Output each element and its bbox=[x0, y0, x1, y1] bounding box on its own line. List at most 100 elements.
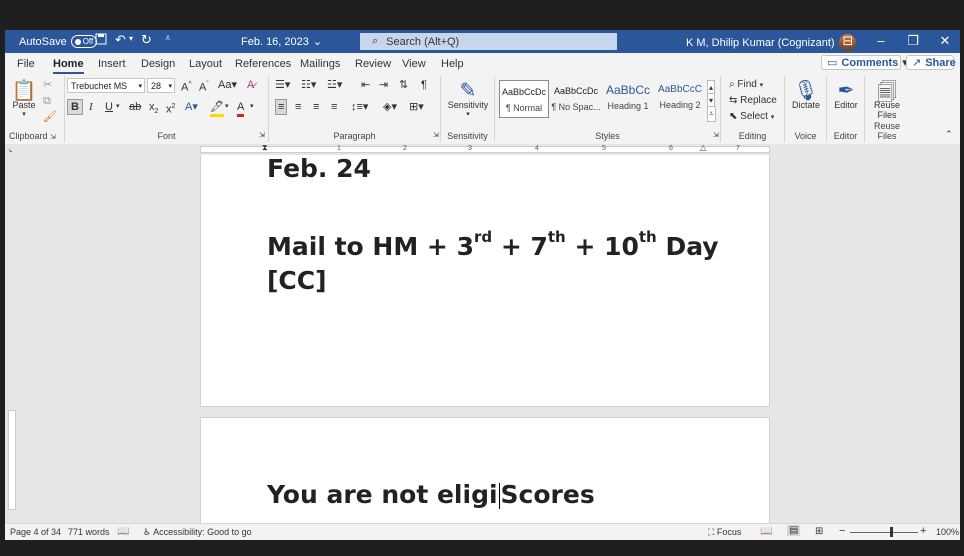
align-left-icon[interactable]: ≡ bbox=[275, 99, 288, 115]
collapse-ribbon-icon[interactable]: ⌃ bbox=[945, 127, 953, 141]
tab-file[interactable]: File bbox=[17, 58, 35, 70]
accessibility-status[interactable]: ♿ Accessibility: Good to go bbox=[143, 527, 252, 538]
font-size-select[interactable]: 28 ▾ bbox=[147, 78, 175, 93]
multilevel-list-icon[interactable]: ☳▾ bbox=[327, 78, 342, 92]
bullets-icon[interactable]: ☰▾ bbox=[275, 78, 290, 92]
strikethrough-icon[interactable]: ab bbox=[129, 100, 141, 114]
chevron-down-icon[interactable]: ▾ bbox=[225, 100, 229, 114]
cut-icon[interactable]: ✂ bbox=[43, 78, 52, 92]
styles-more-icon[interactable]: ⩡ bbox=[707, 106, 716, 122]
decrease-indent-icon[interactable]: ⇤ bbox=[361, 78, 370, 92]
shrink-font-icon[interactable]: Aˇ bbox=[199, 78, 209, 95]
justify-icon[interactable]: ≡ bbox=[331, 100, 337, 114]
tab-selector-icon[interactable]: ⌞ bbox=[9, 142, 13, 156]
autosave-toggle[interactable]: Off bbox=[70, 35, 98, 48]
close-icon[interactable]: ✕ bbox=[930, 33, 960, 49]
doc-paragraph[interactable]: You are not eligi Scores bbox=[267, 480, 595, 509]
style-normal[interactable]: AaBbCcDc ¶ Normal bbox=[499, 80, 549, 118]
align-right-icon[interactable]: ≡ bbox=[313, 100, 319, 114]
increase-indent-icon[interactable]: ⇥ bbox=[379, 78, 388, 92]
tab-insert[interactable]: Insert bbox=[98, 58, 126, 70]
undo-icon[interactable]: ↶ bbox=[115, 32, 126, 48]
customize-toolbar-icon[interactable]: ⩡ bbox=[165, 33, 171, 44]
zoom-slider-knob[interactable] bbox=[890, 527, 893, 537]
sort-icon[interactable]: ⇅ bbox=[399, 78, 408, 92]
tab-mailings[interactable]: Mailings bbox=[300, 58, 340, 70]
editor-button[interactable]: ✒ Editor bbox=[828, 78, 864, 110]
align-center-icon[interactable]: ≡ bbox=[295, 100, 301, 114]
indent-marker-icon[interactable]: ⧗ bbox=[262, 141, 268, 155]
document-area[interactable]: Feb. 24 Mail to HM + 3rd + 7th + 10th Da… bbox=[5, 155, 960, 523]
horizontal-ruler[interactable]: ⌞ 1 2 3 4 5 6 7 ⧗ △ bbox=[5, 141, 960, 156]
autosave-control[interactable]: AutoSave Off bbox=[19, 35, 98, 48]
dialog-launcher-icon[interactable]: ⇲ bbox=[713, 129, 719, 143]
font-family-select[interactable]: Trebuchet MS ▾ bbox=[67, 78, 145, 93]
doc-paragraph[interactable]: [CC] bbox=[267, 266, 327, 295]
pilcrow-icon[interactable]: ¶ bbox=[421, 78, 427, 92]
minimize-icon[interactable]: – bbox=[866, 33, 896, 48]
proofing-icon[interactable]: 📖 bbox=[117, 526, 129, 537]
superscript-icon[interactable]: x2 bbox=[166, 100, 175, 117]
bold-icon[interactable]: B bbox=[67, 99, 83, 115]
subscript-icon[interactable]: x2 bbox=[149, 100, 158, 119]
change-case-icon[interactable]: Aa▾ bbox=[218, 78, 237, 92]
document-page[interactable]: Feb. 24 Mail to HM + 3rd + 7th + 10th Da… bbox=[200, 155, 770, 407]
select-button[interactable]: ⬉ Select ▾ bbox=[729, 110, 774, 125]
zoom-out-icon[interactable]: − bbox=[839, 525, 845, 537]
tab-review[interactable]: Review bbox=[355, 58, 391, 70]
dialog-launcher-icon[interactable]: ⇲ bbox=[50, 134, 56, 141]
undo-dropdown-icon[interactable]: ▾ bbox=[129, 34, 133, 43]
underline-icon[interactable]: U bbox=[105, 100, 113, 114]
dialog-launcher-icon[interactable]: ⇲ bbox=[433, 129, 439, 143]
restore-icon[interactable]: ❐ bbox=[898, 33, 928, 49]
reuse-files-button[interactable]: 🗐 Reuse Files bbox=[867, 78, 907, 120]
tab-help[interactable]: Help bbox=[441, 58, 464, 70]
user-account[interactable]: K M, Dhilip Kumar (Cognizant) bbox=[686, 34, 856, 51]
doc-paragraph[interactable]: Mail to HM + 3rd + 7th + 10th Day bbox=[267, 228, 719, 261]
style-no-spacing[interactable]: AaBbCcDc ¶ No Spac... bbox=[551, 80, 601, 118]
web-layout-icon[interactable]: ⊞ bbox=[815, 526, 823, 537]
style-heading-2[interactable]: AaBbCcC Heading 2 bbox=[655, 80, 705, 118]
replace-button[interactable]: ⇆ Replace bbox=[729, 94, 777, 108]
borders-icon[interactable]: ⊞▾ bbox=[409, 100, 424, 114]
page-count[interactable]: Page 4 of 34 bbox=[10, 527, 61, 537]
zoom-level[interactable]: 100% bbox=[936, 527, 959, 537]
clear-formatting-icon[interactable]: A̷ bbox=[247, 78, 254, 92]
vertical-ruler[interactable] bbox=[8, 155, 16, 523]
tab-home[interactable]: Home bbox=[53, 58, 84, 74]
dictate-button[interactable]: 🎙 Dictate bbox=[787, 78, 825, 110]
copy-icon[interactable]: ⧉ bbox=[43, 94, 51, 108]
comments-button[interactable]: ▭ Comments ▾ bbox=[821, 55, 908, 70]
focus-button[interactable]: ⛶ Focus bbox=[708, 527, 741, 538]
document-title[interactable]: Feb. 16, 2023 ⌄ bbox=[241, 35, 322, 49]
right-indent-marker-icon[interactable]: △ bbox=[700, 141, 706, 155]
ribbon-display-icon[interactable]: ⊟ bbox=[833, 33, 863, 49]
chevron-down-icon[interactable]: ▾ bbox=[116, 100, 120, 114]
redo-icon[interactable]: ↻ bbox=[141, 32, 152, 48]
tab-references[interactable]: References bbox=[235, 58, 291, 70]
italic-icon[interactable]: I bbox=[89, 100, 93, 114]
style-heading-1[interactable]: AaBbCc Heading 1 bbox=[603, 80, 653, 118]
text-effects-icon[interactable]: A▾ bbox=[185, 100, 198, 114]
chevron-down-icon[interactable]: ▾ bbox=[250, 100, 254, 114]
search-box[interactable]: ⌕ Search (Alt+Q) bbox=[360, 33, 617, 50]
zoom-slider[interactable] bbox=[850, 532, 918, 533]
shading-icon[interactable]: ◈▾ bbox=[383, 100, 397, 114]
share-button[interactable]: ↗ Share bbox=[906, 55, 956, 70]
find-button[interactable]: ⌕ Find ▾ bbox=[729, 78, 763, 93]
doc-paragraph[interactable]: Feb. 24 bbox=[267, 155, 371, 183]
sensitivity-button[interactable]: ✎ Sensitivity ▾ bbox=[443, 78, 493, 118]
grow-font-icon[interactable]: A^ bbox=[181, 78, 192, 95]
paste-button[interactable]: 📋 Paste ▾ bbox=[11, 78, 37, 118]
tab-layout[interactable]: Layout bbox=[189, 58, 222, 70]
document-page[interactable]: You are not eligi Scores bbox=[200, 417, 770, 523]
tab-view[interactable]: View bbox=[402, 58, 426, 70]
line-spacing-icon[interactable]: ↕≡▾ bbox=[351, 100, 368, 114]
print-layout-icon[interactable]: ▤ bbox=[787, 525, 801, 536]
word-count[interactable]: 771 words bbox=[68, 527, 110, 537]
tab-design[interactable]: Design bbox=[141, 58, 175, 70]
highlight-icon[interactable]: 🖊 bbox=[210, 100, 224, 117]
format-painter-icon[interactable]: 🖌 bbox=[43, 110, 57, 124]
numbering-icon[interactable]: ☷▾ bbox=[301, 78, 316, 92]
font-color-icon[interactable]: A bbox=[237, 100, 245, 117]
